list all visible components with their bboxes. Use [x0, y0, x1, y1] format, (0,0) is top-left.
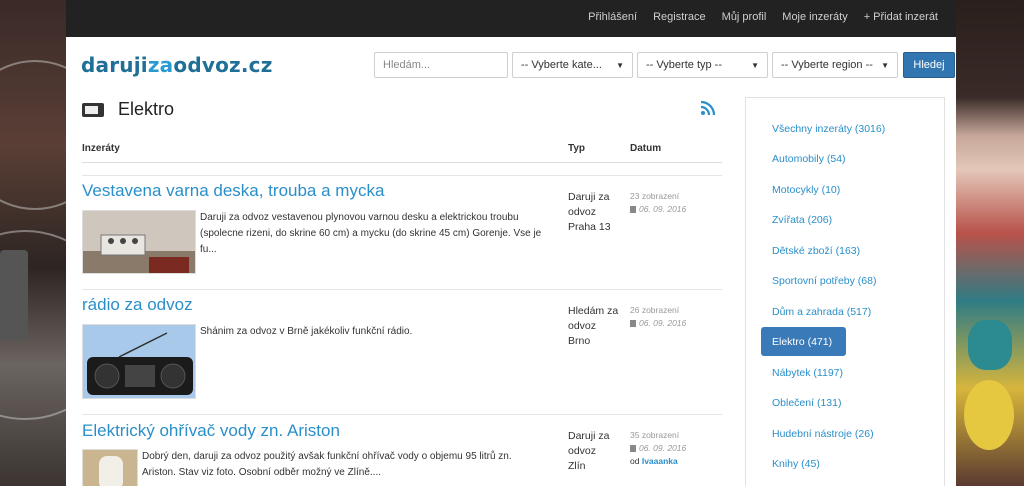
listing-views: 35 zobrazení [630, 430, 680, 440]
add-listing-link[interactable]: + Přidat inzerát [864, 11, 938, 23]
background-photo-left [0, 0, 66, 486]
listing-location: Brno [568, 335, 591, 347]
listing-thumbnail[interactable] [82, 324, 196, 399]
listing-date: 06. 09. 2016 [639, 204, 687, 214]
listing-views: 26 zobrazení [630, 305, 680, 315]
listing-author: od Ivaaanka [630, 456, 678, 466]
my-listings-link[interactable]: Moje inzeráty [782, 11, 847, 23]
listing-thumbnail[interactable] [82, 449, 138, 486]
login-link[interactable]: Přihlášení [588, 11, 637, 23]
page-header: Elektro [82, 99, 174, 120]
listing-meta: 23 zobrazení 06. 09. 2016 [630, 190, 686, 216]
category-motocykly[interactable]: Motocykly (10) [772, 184, 840, 196]
listing-row: Elektrický ohřívač vody zn. Ariston Dobr… [82, 414, 722, 486]
listing-date: 06. 09. 2016 [639, 443, 687, 453]
listing-row: Vestavena varna deska, trouba a mycka Da… [82, 175, 722, 289]
listing-description: Dobrý den, daruji za odvoz použitý avšak… [142, 451, 512, 478]
top-navigation-bar: Přihlášení Registrace Můj profil Moje in… [66, 0, 956, 37]
caret-down-icon: ▼ [616, 60, 624, 70]
calendar-icon [630, 320, 636, 327]
category-zvirata[interactable]: Zvířata (206) [772, 214, 832, 226]
category-select[interactable]: -- Vyberte kate... ▼ [512, 52, 633, 78]
listing-type: Daruji za odvoz Zlín [568, 430, 610, 472]
listing-thumbnail[interactable] [82, 210, 196, 274]
search-button[interactable]: Hledej [903, 52, 955, 78]
register-link[interactable]: Registrace [653, 11, 706, 23]
author-link[interactable]: Ivaaanka [642, 456, 678, 466]
listing-title[interactable]: Vestavena varna deska, trouba a mycka [82, 181, 384, 201]
page-title: Elektro [118, 99, 175, 119]
category-detske-zbozi[interactable]: Dětské zboží (163) [772, 245, 860, 257]
calendar-icon [630, 445, 636, 452]
category-elektro-active[interactable]: Elektro (471) [761, 327, 846, 356]
my-profile-link[interactable]: Můj profil [722, 11, 767, 23]
listing-title[interactable]: Elektrický ohřívač vody zn. Ariston [82, 421, 340, 441]
category-sidebar: Všechny inzeráty (3016) Automobily (54) … [745, 97, 945, 486]
col-listings: Inzeráty [82, 143, 120, 154]
main-content: darujizaodvoz.cz Hledám... -- Vyberte ka… [66, 37, 956, 486]
listing-date: 06. 09. 2016 [639, 318, 687, 328]
listing-meta: 35 zobrazení 06. 09. 2016 od Ivaaanka [630, 429, 686, 468]
site-logo[interactable]: darujizaodvoz.cz [81, 53, 273, 77]
category-automobily[interactable]: Automobily (54) [772, 153, 846, 165]
category-obleceni[interactable]: Oblečení (131) [772, 397, 841, 409]
listing-views: 23 zobrazení [630, 191, 680, 201]
listing-type: Daruji za odvoz Praha 13 [568, 191, 611, 233]
col-type: Typ [568, 143, 586, 154]
listing-meta: 26 zobrazení 06. 09. 2016 [630, 304, 686, 330]
caret-down-icon: ▼ [751, 60, 759, 70]
category-nabytek[interactable]: Nábytek (1197) [772, 367, 843, 379]
listing-type: Hledám za odvoz Brno [568, 305, 619, 347]
calendar-icon [630, 206, 636, 213]
listing-location: Zlín [568, 460, 586, 472]
category-knihy[interactable]: Knihy (45) [772, 458, 820, 470]
category-hudebni-nastroje[interactable]: Hudební nástroje (26) [772, 428, 874, 440]
listing-description: Daruji za odvoz vestavenou plynovou varn… [200, 212, 542, 255]
region-select[interactable]: -- Vyberte region -- ▼ [772, 52, 898, 78]
caret-down-icon: ▼ [881, 60, 889, 70]
listing-description: Shánim za odvoz v Brně jakékoliv funkční… [200, 326, 413, 337]
background-photo-right [956, 0, 1024, 486]
listing-location: Praha 13 [568, 221, 611, 233]
type-select[interactable]: -- Vyberte typ -- ▼ [637, 52, 768, 78]
tv-icon [82, 102, 104, 117]
category-all[interactable]: Všechny inzeráty (3016) [772, 123, 885, 135]
listing-title[interactable]: rádio za odvoz [82, 295, 193, 315]
listings-table-header: Inzeráty Typ Datum [82, 141, 722, 163]
search-input[interactable]: Hledám... [374, 52, 508, 78]
category-sportovni-potreby[interactable]: Sportovní potřeby (68) [772, 275, 876, 287]
top-nav-links: Přihlášení Registrace Můj profil Moje in… [588, 11, 938, 23]
search-form: Hledám... -- Vyberte kate... ▼ -- Vyberte… [374, 52, 955, 78]
listing-row: rádio za odvoz Shánim za odvoz v Brně ja… [82, 289, 722, 414]
rss-icon[interactable] [700, 100, 716, 116]
col-date: Datum [630, 143, 662, 154]
category-dum-a-zahrada[interactable]: Dům a zahrada (517) [772, 306, 871, 318]
